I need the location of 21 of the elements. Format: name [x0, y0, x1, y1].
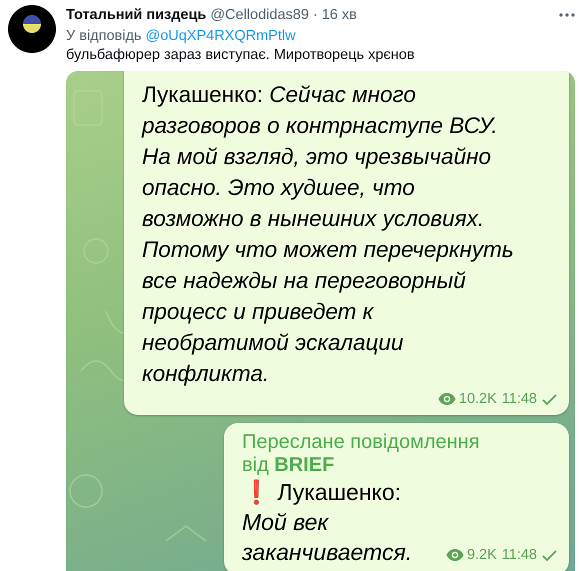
message-time: 11:48: [502, 391, 537, 407]
more-icon[interactable]: [559, 13, 575, 17]
tweet-time: 16 хв: [322, 7, 357, 23]
check-icon: [542, 550, 557, 560]
view-count: 10.2K: [458, 391, 497, 407]
message-text: Лукашенко: Сейчас много разговоров о контрнаступе ВСУ. На мой взгляд, это чрезвычайно опасно. Это худшее, что возможно в нынешних условиях. Потому что может перечеркнуть все надежды на переговорный процесс и приведет к необратимой эскалации конфликта.: [142, 81, 515, 388]
avatar-icon: [8, 5, 56, 53]
eye-icon: [438, 393, 456, 405]
eye-icon: [446, 549, 464, 561]
author-name: Тотальний пиздець: [66, 7, 206, 23]
forward-source: від BRIEF: [242, 454, 336, 477]
tweet-text: бульбафюрер зараз виступає. Миротворець хрєнов: [66, 47, 416, 63]
forward-label: Переслане повідомлення: [242, 431, 481, 454]
check-icon: [542, 394, 557, 404]
reply-link[interactable]: @oUqXP4RXQRmPtlw: [145, 28, 296, 44]
separator-dot: ·: [312, 7, 318, 23]
message-time: 11:48: [502, 547, 537, 563]
reply-label: У відповідь: [66, 28, 142, 44]
view-count: 9.2K: [466, 547, 497, 563]
author-handle: @Cellodidas89: [210, 7, 309, 23]
message-text: ❗ Лукашенко: Мой век заканчивается.: [242, 478, 414, 567]
